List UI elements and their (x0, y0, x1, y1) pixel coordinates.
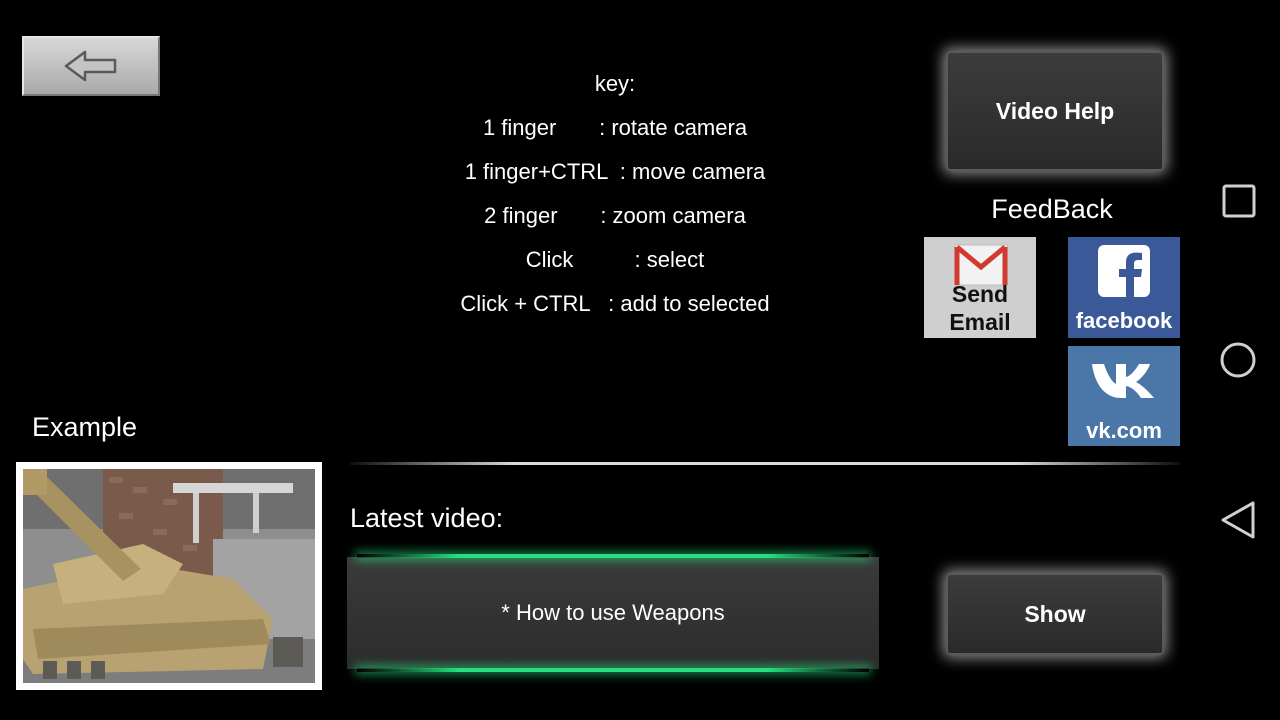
video-help-label: Video Help (995, 97, 1115, 124)
key-help: key: 1 finger : rotate camera 1 finger+C… (420, 62, 810, 326)
show-button[interactable]: Show (946, 573, 1164, 655)
key-help-line: 1 finger+CTRL : move camera (464, 159, 766, 184)
example-title: Example (32, 412, 138, 442)
send-email-button[interactable]: Send Email (924, 237, 1036, 338)
triangle-back-icon (1221, 501, 1255, 539)
latest-video-label: * How to use Weapons (501, 600, 725, 625)
facebook-label: facebook (1075, 308, 1173, 333)
section-divider (350, 462, 1180, 465)
key-help-title: key: (594, 71, 636, 96)
nav-back-button[interactable] (1219, 500, 1257, 545)
show-label: Show (1024, 600, 1086, 627)
key-help-line: Click : select (525, 247, 705, 272)
tank-scene-image (23, 469, 315, 683)
latest-video-item[interactable]: * How to use Weapons (347, 554, 879, 672)
vk-icon (1092, 364, 1154, 398)
circle-icon (1220, 342, 1256, 378)
send-email-label: Send Email (949, 281, 1011, 335)
back-button[interactable] (22, 36, 160, 96)
nav-home-button[interactable] (1219, 341, 1257, 384)
feedback-title: FeedBack (991, 194, 1113, 224)
latest-video-title: Latest video: (350, 503, 504, 533)
key-help-line: Click + CTRL : add to selected (460, 291, 770, 316)
example-image (16, 462, 322, 690)
key-help-line: 2 finger : zoom camera (484, 203, 746, 228)
vk-button[interactable]: vk.com (1068, 346, 1180, 446)
square-icon (1222, 184, 1256, 218)
arrow-left-icon (64, 50, 117, 82)
facebook-icon (1098, 245, 1150, 297)
key-help-line: 1 finger : rotate camera (482, 115, 748, 140)
video-help-button[interactable]: Video Help (946, 51, 1164, 171)
vk-label: vk.com (1086, 418, 1162, 443)
nav-recent-apps-button[interactable] (1221, 183, 1257, 224)
facebook-button[interactable]: facebook (1068, 237, 1180, 338)
